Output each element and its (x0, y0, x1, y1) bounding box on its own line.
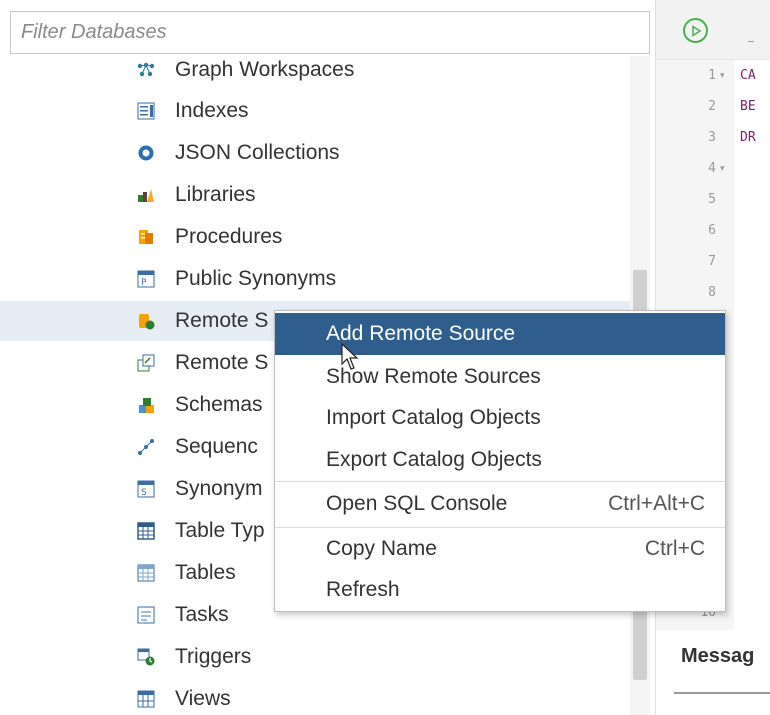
indexes-icon (137, 102, 155, 120)
tree-item-graph-workspaces[interactable]: Graph Workspaces (0, 56, 630, 90)
graph-workspaces-icon (137, 61, 155, 79)
schemas-icon (137, 396, 155, 414)
tree-item-label: Graph Workspaces (175, 58, 355, 81)
tree-item-indexes[interactable]: Indexes (0, 91, 630, 131)
menu-item-export-catalog-objects[interactable]: Export Catalog Objects (275, 439, 725, 481)
filter-databases-input[interactable]: Filter Databases (10, 11, 650, 54)
menu-item-label: Copy Name (326, 537, 437, 560)
tasks-icon (137, 606, 155, 624)
tree-item-label: JSON Collections (175, 141, 340, 164)
triggers-icon (137, 648, 155, 666)
code-line[interactable]: DR (740, 130, 756, 145)
line-number: 5 (708, 192, 716, 207)
code-line[interactable]: CA (740, 68, 756, 83)
menu-item-label: Open SQL Console (326, 492, 508, 515)
line-number: 3 (708, 130, 716, 145)
menu-item-shortcut: Ctrl+Alt+C (608, 492, 705, 515)
menu-item-copy-name[interactable]: Copy Name Ctrl+C (275, 528, 725, 570)
menu-item-shortcut: Ctrl+C (644, 537, 705, 560)
menu-item-label: Export Catalog Objects (326, 448, 542, 471)
tree-item-label: Indexes (175, 99, 249, 122)
json-collections-icon (137, 144, 155, 162)
procedures-icon (137, 228, 155, 246)
libraries-icon (137, 186, 155, 204)
menu-separator (275, 481, 725, 482)
remote-subscriptions-icon (137, 354, 155, 372)
run-button[interactable] (683, 18, 708, 43)
line-number: 7 (708, 254, 716, 269)
tree-item-label: Public Synonyms (175, 267, 337, 290)
tree-item-views[interactable]: Views (0, 679, 630, 715)
tables-icon (137, 564, 155, 582)
line-number: 1 (708, 68, 716, 83)
svg-text:S: S (141, 488, 147, 498)
tree-item-label: Tasks (175, 603, 229, 626)
editor-toolbar (656, 0, 770, 60)
tab-messages[interactable]: Messag (681, 645, 754, 668)
public-synonyms-icon: P (137, 270, 155, 288)
tree-item-public-synonyms[interactable]: P Public Synonyms (0, 259, 630, 299)
tree-item-label: Remote S (175, 309, 269, 332)
fold-toggle-icon[interactable]: ▾ (720, 71, 725, 81)
menu-item-import-catalog-objects[interactable]: Import Catalog Objects (275, 397, 725, 439)
tree-item-label: Schemas (175, 393, 263, 416)
fold-toggle-icon[interactable]: ▾ (720, 164, 725, 174)
views-icon (137, 690, 155, 708)
menu-item-label: Import Catalog Objects (326, 406, 541, 429)
tree-item-label: Views (175, 687, 231, 710)
tree-item-label: Remote S (175, 351, 269, 374)
tree-item-label: Libraries (175, 183, 256, 206)
line-number: 8 (708, 285, 716, 300)
mouse-pointer-icon (341, 343, 359, 370)
remote-sources-icon (137, 312, 155, 330)
synonyms-icon: S (137, 480, 155, 498)
line-number: 2 (708, 99, 716, 114)
tree-item-json-collections[interactable]: JSON Collections (0, 133, 630, 173)
line-number: 4 (708, 161, 716, 176)
tree-item-label: Procedures (175, 225, 283, 248)
code-line[interactable]: BE (740, 99, 756, 114)
tree-item-label: Tables (175, 561, 236, 584)
svg-text:P: P (141, 278, 147, 288)
tab-underline (674, 692, 770, 694)
tree-item-label: Synonym (175, 477, 263, 500)
tree-item-triggers[interactable]: Triggers (0, 637, 630, 677)
tree-item-label: Sequenc (175, 435, 258, 458)
menu-item-refresh[interactable]: Refresh (275, 569, 725, 611)
line-number: 6 (708, 223, 716, 238)
resize-grip-icon (748, 38, 754, 42)
tree-item-label: Triggers (175, 645, 252, 668)
menu-item-label: Refresh (326, 578, 400, 601)
play-icon (691, 24, 701, 37)
tree-item-libraries[interactable]: Libraries (0, 175, 630, 215)
sequences-icon (137, 438, 155, 456)
menu-item-open-sql-console[interactable]: Open SQL Console Ctrl+Alt+C (275, 483, 725, 525)
table-types-icon (137, 522, 155, 540)
tree-item-procedures[interactable]: Procedures (0, 217, 630, 257)
tree-item-label: Table Typ (175, 519, 265, 542)
